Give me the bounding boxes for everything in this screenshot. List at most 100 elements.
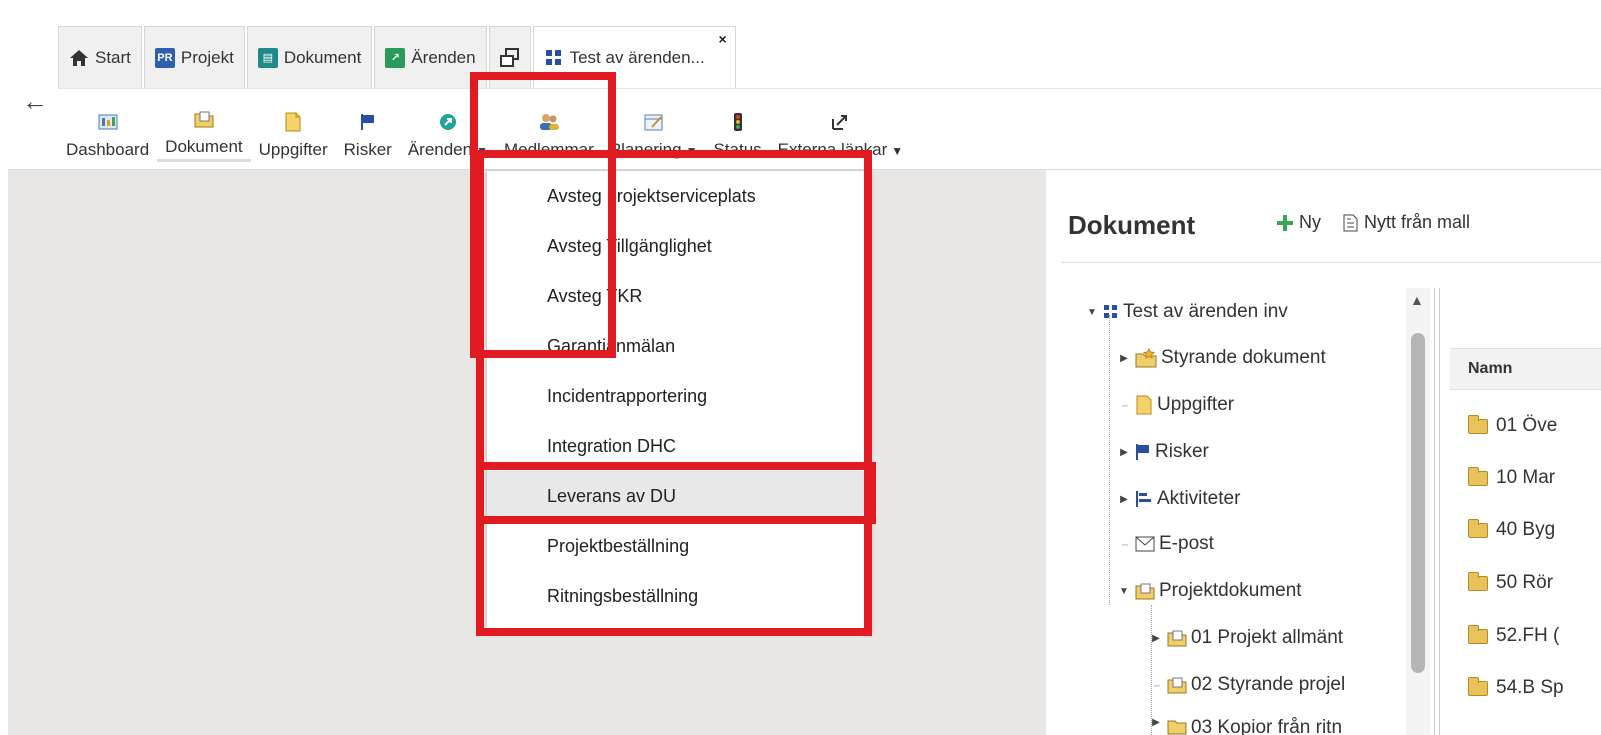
table-row[interactable]: 54.B Sp	[1468, 673, 1564, 703]
tree-label: Projektdokument	[1159, 580, 1302, 601]
back-arrow-icon[interactable]: ←	[22, 88, 48, 114]
project-icon: PR	[154, 47, 175, 68]
tree-node-02-styrande[interactable]: ··· 02 Styrande projel	[1149, 670, 1345, 700]
folder-icon	[1468, 518, 1488, 538]
menu-item-garantianmalan[interactable]: Garantianmälan	[487, 321, 870, 371]
toolbar-label-group: Planering ▼	[610, 140, 698, 160]
menu-item-projektbestallning[interactable]: Projektbeställning	[487, 521, 870, 571]
tab-start[interactable]: Start	[58, 26, 142, 88]
scroll-up-icon[interactable]: ▲	[1410, 292, 1424, 308]
tree-node-e-post[interactable]: ··· E-post	[1117, 529, 1214, 559]
column-header-namn[interactable]: Namn	[1450, 348, 1601, 390]
toolbar-label-group: Externa länkar ▼	[778, 140, 904, 160]
tree-connector: ···	[1121, 398, 1129, 412]
new-from-template-button[interactable]: Nytt från mall	[1341, 212, 1470, 233]
app-frame: ← Start PR Projekt ▤ Dokument ↗ Ärenden	[8, 8, 1601, 735]
toolbar-dashboard[interactable]: Dashboard	[58, 94, 157, 162]
tree-scrollbar[interactable]: ▲	[1406, 288, 1430, 735]
tree-node-projektdokument[interactable]: ▼ Projektdokument	[1117, 576, 1302, 606]
toolbar-externa-lankar[interactable]: Externa länkar ▼	[770, 94, 912, 162]
document-icon: ▤	[257, 47, 278, 68]
tree-label: 02 Styrande projel	[1191, 674, 1346, 695]
row-name: 10 Mar	[1496, 467, 1556, 488]
toolbar-planering[interactable]: Planering ▼	[602, 94, 706, 162]
tree-label: 01 Projekt allmänt	[1191, 627, 1344, 648]
tree-guide-line	[1109, 315, 1110, 605]
tab-test-av-arenden[interactable]: Test av ärenden... ×	[532, 26, 736, 88]
menu-item-avsteg-tillganglighet[interactable]: Avsteg Tillgänglighet	[487, 221, 870, 271]
tree-node-03-kopior[interactable]: ▶ 03 Kopior från ritn	[1149, 717, 1342, 735]
tree-node-risker[interactable]: ▶ Risker	[1117, 437, 1209, 467]
document-grid: Namn 01 Öve 10 Mar 40 Byg 50 Rör 52.FH (…	[1450, 288, 1601, 735]
table-row[interactable]: 40 Byg	[1468, 515, 1555, 545]
close-icon[interactable]: ×	[719, 31, 727, 47]
collapsed-icon: ▶	[1120, 352, 1128, 364]
folder-icon	[1468, 466, 1488, 486]
tree-label: Uppgifter	[1157, 394, 1235, 415]
tree-label: Styrande dokument	[1161, 347, 1326, 368]
toolbar-dokument[interactable]: Dokument	[157, 94, 251, 162]
tab-label: Test av ärenden...	[569, 47, 705, 67]
panel-splitter[interactable]	[1434, 288, 1440, 735]
new-button[interactable]: Ny	[1276, 212, 1321, 233]
tree-label: E-post	[1159, 533, 1214, 554]
tab-label: Dokument	[283, 47, 362, 67]
external-link-icon	[829, 112, 851, 132]
plus-icon	[1277, 214, 1293, 231]
expanded-icon: ▼	[1119, 585, 1129, 597]
toolbar-risker[interactable]: Risker	[336, 94, 400, 162]
folder-icon	[1135, 583, 1155, 600]
dashboard-icon	[97, 112, 119, 132]
toolbar-label: Externa länkar	[777, 140, 888, 159]
tab-dokument[interactable]: ▤ Dokument	[246, 26, 373, 88]
menu-item-incidentrapportering[interactable]: Incidentrapportering	[487, 371, 870, 421]
collapsed-icon: ▶	[1152, 717, 1160, 728]
new-from-template-label: Nytt från mall	[1364, 212, 1471, 232]
toolbar-status[interactable]: Status	[705, 94, 769, 162]
row-name: 40 Byg	[1496, 519, 1556, 540]
activities-icon	[1136, 491, 1151, 507]
folder-icon	[1167, 677, 1187, 694]
grid-icon	[544, 48, 564, 68]
menu-item-avsteg-tkr[interactable]: Avsteg TKR	[487, 271, 870, 321]
menu-item-ritningsbestallning[interactable]: Ritningsbeställning	[487, 571, 870, 621]
document-panel: Dokument Ny Nytt från mall ▼ Test av äre…	[1046, 170, 1601, 735]
cases-icon	[437, 112, 459, 132]
panel-title: Dokument	[1068, 210, 1196, 240]
menu-item-integration-dhc[interactable]: Integration DHC	[487, 421, 870, 471]
home-icon	[69, 48, 89, 68]
toolbar-medlemmar[interactable]: Medlemmar	[496, 94, 602, 162]
menu-item-leverans-av-du[interactable]: Leverans av DU	[487, 471, 870, 521]
tab-arenden[interactable]: ↗ Ärenden	[374, 26, 487, 88]
folder-icon	[1468, 414, 1488, 434]
table-row[interactable]: 10 Mar	[1468, 463, 1555, 493]
tree-node-styrande-dokument[interactable]: ▶ Styrande dokument	[1117, 343, 1326, 373]
tab-projekt[interactable]: PR Projekt	[143, 26, 245, 88]
tree-node-uppgifter[interactable]: ··· Uppgifter	[1117, 390, 1234, 420]
toolbar-label: Ärenden	[407, 140, 473, 159]
windows-icon	[499, 47, 520, 68]
menu-item-avsteg-projektserviceplats[interactable]: Avsteg projektserviceplats	[487, 171, 870, 221]
table-row[interactable]: 01 Öve	[1468, 411, 1557, 441]
tab-label: Start	[95, 47, 131, 67]
table-row[interactable]: 50 Rör	[1468, 568, 1553, 598]
folder-icon	[1468, 676, 1488, 696]
tab-label: Projekt	[180, 47, 234, 67]
toolbar-uppgifter[interactable]: Uppgifter	[251, 94, 336, 162]
tree-root[interactable]: ▼ Test av ärenden inv	[1085, 297, 1288, 327]
tab-windows[interactable]	[488, 26, 531, 88]
tab-label: Ärenden	[411, 47, 476, 67]
flag-icon	[357, 112, 379, 132]
table-row[interactable]: 52.FH (	[1468, 621, 1559, 651]
toolbar-label: Medlemmar	[503, 140, 594, 159]
folder-icon	[1468, 571, 1488, 591]
scroll-thumb[interactable]	[1411, 333, 1425, 673]
tree-connector: ···	[1121, 537, 1129, 551]
tree-node-aktiviteter[interactable]: ▶ Aktiviteter	[1117, 484, 1240, 514]
tree-label: 03 Kopior från ritn	[1191, 717, 1343, 735]
tree-node-01-projekt-allmant[interactable]: ▶ 01 Projekt allmänt	[1149, 623, 1343, 653]
folder-star-icon	[1135, 348, 1157, 368]
toolbar-arenden[interactable]: Ärenden ▼	[400, 94, 496, 162]
tree-connector: ···	[1153, 678, 1161, 692]
arenden-dropdown-menu: Avsteg projektserviceplats Avsteg Tillgä…	[486, 170, 871, 632]
